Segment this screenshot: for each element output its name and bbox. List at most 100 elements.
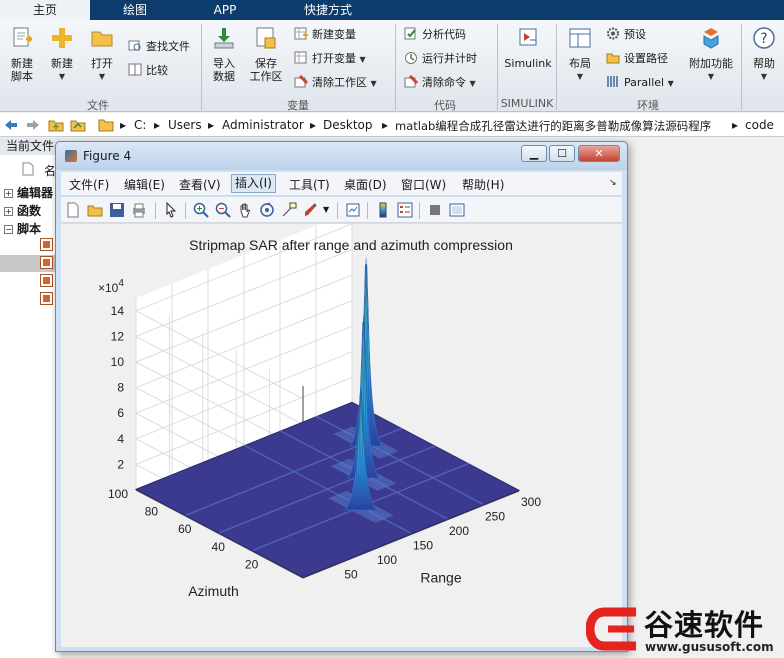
import-data-button[interactable]: 导入 数据: [206, 26, 242, 83]
rotate-3d-icon[interactable]: [259, 202, 275, 218]
watermark-text: 谷速软件: [644, 608, 765, 642]
m-file-icon[interactable]: [40, 292, 53, 305]
pointer-icon[interactable]: [163, 202, 179, 218]
path-segment-code[interactable]: code: [745, 118, 774, 132]
layout-icon: [569, 28, 591, 48]
menu-insert[interactable]: 插入(I): [231, 174, 276, 193]
path-segment-users[interactable]: Users: [168, 118, 202, 132]
new-script-button[interactable]: 新建 脚本: [4, 26, 40, 83]
data-cursor-icon[interactable]: [281, 202, 297, 218]
analyze-code-button[interactable]: 分析代码: [404, 26, 466, 44]
expand-icon[interactable]: +: [4, 207, 13, 216]
parallel-button[interactable]: Parallel ▼: [606, 74, 674, 92]
run-and-time-button[interactable]: 运行并计时: [404, 50, 477, 68]
m-file-icon[interactable]: [40, 274, 53, 287]
menu-overflow-icon[interactable]: ↘: [609, 178, 617, 188]
path-separator: ▸: [154, 118, 161, 132]
new-figure-icon[interactable]: [65, 202, 81, 218]
minimize-button[interactable]: ▁: [521, 145, 547, 162]
clear-workspace-button[interactable]: 清除工作区 ▼: [294, 74, 377, 92]
show-plot-tools-icon[interactable]: [449, 202, 465, 218]
set-path-button[interactable]: 设置路径: [606, 50, 668, 68]
back-arrow-icon[interactable]: [4, 118, 18, 132]
expand-icon[interactable]: +: [4, 189, 13, 198]
print-icon[interactable]: [131, 202, 147, 218]
menu-view[interactable]: 查看(V): [179, 176, 221, 193]
link-plot-icon[interactable]: [345, 202, 361, 218]
preferences-button[interactable]: 预设: [606, 26, 646, 44]
tree-item-editor[interactable]: + 编辑器: [4, 184, 53, 201]
tree-item-functions[interactable]: + 函数: [4, 202, 41, 219]
open-file-icon[interactable]: [87, 202, 103, 218]
maximize-button[interactable]: ☐: [549, 145, 575, 162]
group-separator: [556, 24, 557, 110]
zoom-in-icon[interactable]: [193, 202, 209, 218]
tree-item-scripts[interactable]: − 脚本: [4, 220, 41, 237]
path-separator: ▸: [120, 118, 127, 132]
save-workspace-button[interactable]: 保存 工作区: [246, 26, 286, 83]
new-button[interactable]: 新建 ▼: [44, 26, 80, 83]
chart-title: Stripmap SAR after range and azimuth com…: [189, 237, 513, 253]
chevron-down-icon: ▼: [98, 72, 106, 81]
open-variable-button[interactable]: 打开变量 ▼: [294, 50, 366, 68]
m-file-icon[interactable]: [40, 256, 53, 269]
m-file-icon[interactable]: [40, 238, 53, 251]
menu-file[interactable]: 文件(F): [69, 176, 109, 193]
pan-hand-icon[interactable]: [237, 202, 253, 218]
path-segment-project[interactable]: matlab编程合成孔径雷达进行的距离多普勒成像算法源码程序: [395, 118, 711, 134]
zoom-out-icon[interactable]: [215, 202, 231, 218]
tab-plots[interactable]: 绘图: [90, 0, 180, 20]
chevron-down-icon: ▼: [370, 79, 377, 88]
addons-button[interactable]: 附加功能 ▼: [686, 26, 736, 83]
tab-apps[interactable]: APP: [180, 0, 270, 20]
x-tick-label: 200: [449, 524, 469, 538]
menu-desktop[interactable]: 桌面(D): [344, 176, 387, 193]
path-segment-desktop[interactable]: Desktop: [323, 118, 373, 132]
legend-icon[interactable]: [397, 202, 413, 218]
gear-icon: [607, 27, 619, 40]
x-tick-label: 100: [377, 553, 397, 567]
minimize-icon: ▁: [529, 147, 539, 160]
help-button[interactable]: ? 帮助 ▼: [746, 26, 782, 83]
brush-icon[interactable]: [303, 202, 319, 218]
layout-button[interactable]: 布局 ▼: [562, 26, 598, 83]
clear-workspace-icon: [294, 75, 308, 88]
toolbar-separator: [155, 202, 156, 219]
find-files-button[interactable]: 查找文件: [128, 38, 190, 56]
toolbar-separator: [367, 202, 368, 219]
tab-shortcuts[interactable]: 快捷方式: [270, 0, 386, 20]
menu-edit[interactable]: 编辑(E): [124, 176, 165, 193]
tab-home[interactable]: 主页: [0, 0, 90, 20]
x-tick-label: 50: [344, 568, 358, 582]
clear-commands-button[interactable]: 清除命令 ▼: [404, 74, 476, 92]
menu-tools[interactable]: 工具(T): [289, 176, 330, 193]
figure-title-bar[interactable]: Figure 4 ▁ ☐ ✕: [56, 142, 627, 170]
open-button[interactable]: 打开 ▼: [84, 26, 120, 83]
close-button[interactable]: ✕: [578, 145, 620, 162]
hide-plot-tools-icon[interactable]: [427, 202, 443, 218]
chevron-down-icon: ▼: [576, 72, 584, 81]
simulink-icon: [519, 28, 537, 46]
collapse-icon[interactable]: −: [4, 225, 13, 234]
path-segment-drive[interactable]: C:: [134, 118, 146, 132]
simulink-button[interactable]: Simulink: [502, 26, 554, 70]
address-bar: ▸ C: ▸ Users ▸ Administrator ▸ Desktop ▸…: [0, 113, 784, 137]
chevron-down-icon: ▼: [469, 79, 476, 88]
path-separator: ▸: [310, 118, 317, 132]
browse-folder-icon[interactable]: [70, 117, 86, 132]
new-variable-button[interactable]: 新建变量: [294, 26, 356, 44]
file-icon: [22, 162, 34, 176]
figure-title: Figure 4: [83, 149, 132, 163]
open-variable-icon: [294, 51, 307, 64]
up-folder-icon[interactable]: [48, 117, 64, 132]
surface-plot[interactable]: 50 100 150 200 250 300 20 40 60 80 100 2 4 6 8 10 12 14 S…: [61, 211, 622, 647]
compare-button[interactable]: 比较: [128, 62, 168, 80]
menu-help[interactable]: 帮助(H): [462, 176, 504, 193]
path-separator: ▸: [208, 118, 215, 132]
save-icon[interactable]: [109, 202, 125, 218]
menu-window[interactable]: 窗口(W): [401, 176, 446, 193]
y-tick-label: 60: [178, 522, 192, 536]
forward-arrow-icon[interactable]: [26, 118, 40, 132]
colorbar-icon[interactable]: [375, 202, 391, 218]
path-segment-administrator[interactable]: Administrator: [222, 118, 304, 132]
